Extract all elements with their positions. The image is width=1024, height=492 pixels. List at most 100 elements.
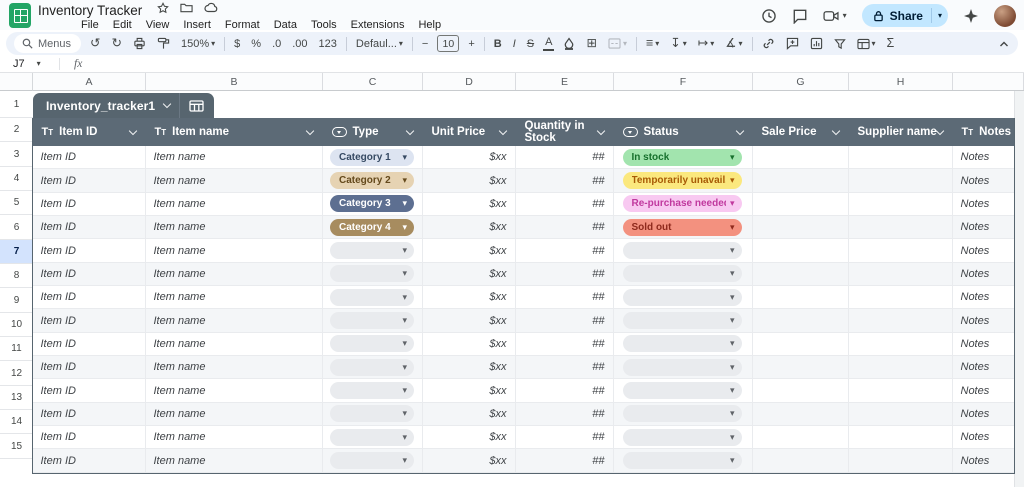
cell-status[interactable]: ▾ bbox=[614, 379, 753, 402]
borders-button[interactable]: ⊞ bbox=[584, 37, 598, 50]
column-header-item-name[interactable]: TT Item name bbox=[146, 118, 323, 146]
cell-supplier-name[interactable] bbox=[849, 379, 953, 402]
column-header-notes[interactable]: TT Notes bbox=[953, 118, 1014, 146]
decrease-font-size-button[interactable]: − bbox=[420, 38, 430, 50]
cell-type[interactable]: ▾ bbox=[323, 356, 423, 379]
cell-quantity[interactable]: ## bbox=[516, 426, 614, 449]
type-dropdown-chip[interactable]: ▾ bbox=[330, 382, 414, 400]
cell-notes[interactable]: Notes bbox=[953, 193, 1014, 215]
text-wrap-button[interactable]: ↦ ▾ bbox=[696, 37, 717, 50]
status-dropdown-chip[interactable]: ▾ bbox=[622, 335, 742, 353]
cell-notes[interactable]: Notes bbox=[953, 426, 1014, 448]
cell-supplier-name[interactable] bbox=[849, 239, 953, 262]
font-select[interactable]: Defaul... ▾ bbox=[354, 38, 405, 50]
type-dropdown-chip[interactable]: ▾ bbox=[330, 358, 414, 376]
row-header-9[interactable]: 9 bbox=[0, 288, 33, 313]
cell-sale-price[interactable] bbox=[753, 379, 849, 402]
cell-notes[interactable]: Notes bbox=[953, 263, 1014, 285]
cell-status[interactable]: ▾ bbox=[614, 286, 753, 309]
row-header-13[interactable]: 13 bbox=[0, 385, 33, 411]
cell-status[interactable]: Re-purchase needed ▾ bbox=[614, 192, 753, 216]
cell-supplier-name[interactable] bbox=[849, 449, 953, 472]
column-header-G[interactable]: G bbox=[753, 73, 849, 90]
menu-insert[interactable]: Insert bbox=[176, 18, 218, 32]
cloud-saved-icon[interactable] bbox=[204, 2, 218, 13]
cell-status[interactable]: Sold out ▾ bbox=[614, 216, 753, 239]
cell-supplier-name[interactable] bbox=[849, 332, 953, 356]
cell-quantity[interactable]: ## bbox=[516, 309, 614, 332]
cell-notes[interactable]: Notes bbox=[953, 146, 1014, 168]
cell-item-name[interactable]: Item name bbox=[146, 379, 323, 402]
column-header-E[interactable]: E bbox=[516, 73, 614, 90]
select-all-corner[interactable] bbox=[0, 73, 33, 91]
cell-quantity[interactable]: ## bbox=[516, 379, 614, 402]
cell-quantity[interactable]: ## bbox=[516, 449, 614, 472]
cell-type[interactable]: Category 1 ▾ bbox=[323, 146, 423, 169]
status-dropdown-chip[interactable]: ▾ bbox=[622, 405, 742, 423]
column-header-type[interactable]: Type bbox=[323, 118, 423, 146]
cell-item-id[interactable]: Item ID bbox=[33, 309, 146, 332]
status-dropdown-chip[interactable]: ▾ bbox=[622, 242, 742, 260]
bold-button[interactable]: B bbox=[492, 38, 504, 50]
cell-unit-price[interactable]: $xx bbox=[423, 146, 516, 169]
cell-notes[interactable]: Notes bbox=[953, 309, 1014, 331]
cell-quantity[interactable]: ## bbox=[516, 262, 614, 286]
cell-type[interactable]: Category 4 ▾ bbox=[323, 216, 423, 239]
cell-quantity[interactable]: ## bbox=[516, 146, 614, 169]
cell-item-name[interactable]: Item name bbox=[146, 332, 323, 356]
status-dropdown-chip[interactable]: ▾ bbox=[622, 288, 742, 306]
create-filter-button[interactable] bbox=[832, 38, 848, 50]
version-history-icon[interactable] bbox=[761, 8, 777, 24]
cell-unit-price[interactable]: $xx bbox=[423, 216, 516, 239]
cell-sale-price[interactable] bbox=[753, 286, 849, 309]
cell-supplier-name[interactable] bbox=[849, 309, 953, 332]
table-menu-caret-icon[interactable] bbox=[162, 99, 172, 109]
cell-status[interactable]: Temporarily unavail... ▾ bbox=[614, 169, 753, 192]
cell-item-name[interactable]: Item name bbox=[146, 449, 323, 472]
cell-item-id[interactable]: Item ID bbox=[33, 402, 146, 426]
cell-unit-price[interactable]: $xx bbox=[423, 449, 516, 472]
type-dropdown-chip[interactable]: Category 1 ▾ bbox=[330, 148, 414, 166]
move-to-folder-icon[interactable] bbox=[180, 2, 193, 14]
text-color-button[interactable]: A bbox=[543, 36, 555, 51]
cell-supplier-name[interactable] bbox=[849, 426, 953, 449]
cell-status[interactable]: ▾ bbox=[614, 332, 753, 356]
print-button[interactable] bbox=[131, 37, 148, 50]
cell-sale-price[interactable] bbox=[753, 262, 849, 286]
column-menu-caret-icon[interactable] bbox=[128, 126, 137, 135]
cell-item-id[interactable]: Item ID bbox=[33, 356, 146, 379]
menu-format[interactable]: Format bbox=[218, 18, 267, 32]
share-caret-icon[interactable]: ▾ bbox=[938, 11, 942, 20]
cell-status[interactable]: ▾ bbox=[614, 402, 753, 426]
cell-item-id[interactable]: Item ID bbox=[33, 192, 146, 216]
column-header-item-id[interactable]: TT Item ID bbox=[33, 118, 146, 146]
cell-quantity[interactable]: ## bbox=[516, 239, 614, 262]
type-dropdown-chip[interactable]: ▾ bbox=[330, 405, 414, 423]
row-header-2[interactable]: 2 bbox=[0, 118, 33, 143]
column-header-status[interactable]: Status bbox=[614, 118, 753, 146]
status-dropdown-chip[interactable]: ▾ bbox=[622, 312, 742, 330]
column-menu-caret-icon[interactable] bbox=[735, 126, 744, 135]
cell-item-name[interactable]: Item name bbox=[146, 402, 323, 426]
status-dropdown-chip[interactable]: Temporarily unavail... ▾ bbox=[622, 172, 742, 190]
status-dropdown-chip[interactable]: ▾ bbox=[622, 382, 742, 400]
cell-unit-price[interactable]: $xx bbox=[423, 332, 516, 356]
cell-quantity[interactable]: ## bbox=[516, 192, 614, 216]
column-header-C[interactable]: C bbox=[323, 73, 423, 90]
fill-color-button[interactable] bbox=[561, 37, 577, 50]
column-header-H[interactable]: H bbox=[849, 73, 953, 90]
cell-sale-price[interactable] bbox=[753, 402, 849, 426]
type-dropdown-chip[interactable]: ▾ bbox=[330, 242, 414, 260]
name-box[interactable]: J7 ▾ bbox=[0, 58, 53, 70]
insert-comment-button[interactable] bbox=[784, 37, 801, 50]
column-header-F[interactable]: F bbox=[614, 73, 753, 90]
cell-supplier-name[interactable] bbox=[849, 286, 953, 309]
column-menu-caret-icon[interactable] bbox=[405, 126, 414, 135]
row-header-4[interactable]: 4 bbox=[0, 166, 33, 192]
cell-status[interactable]: ▾ bbox=[614, 262, 753, 286]
cell-type[interactable]: Category 2 ▾ bbox=[323, 169, 423, 192]
cell-unit-price[interactable]: $xx bbox=[423, 286, 516, 309]
column-header-quantity-in-stock[interactable]: Quantity in Stock bbox=[516, 118, 614, 146]
cell-unit-price[interactable]: $xx bbox=[423, 379, 516, 402]
row-header-11[interactable]: 11 bbox=[0, 337, 33, 362]
